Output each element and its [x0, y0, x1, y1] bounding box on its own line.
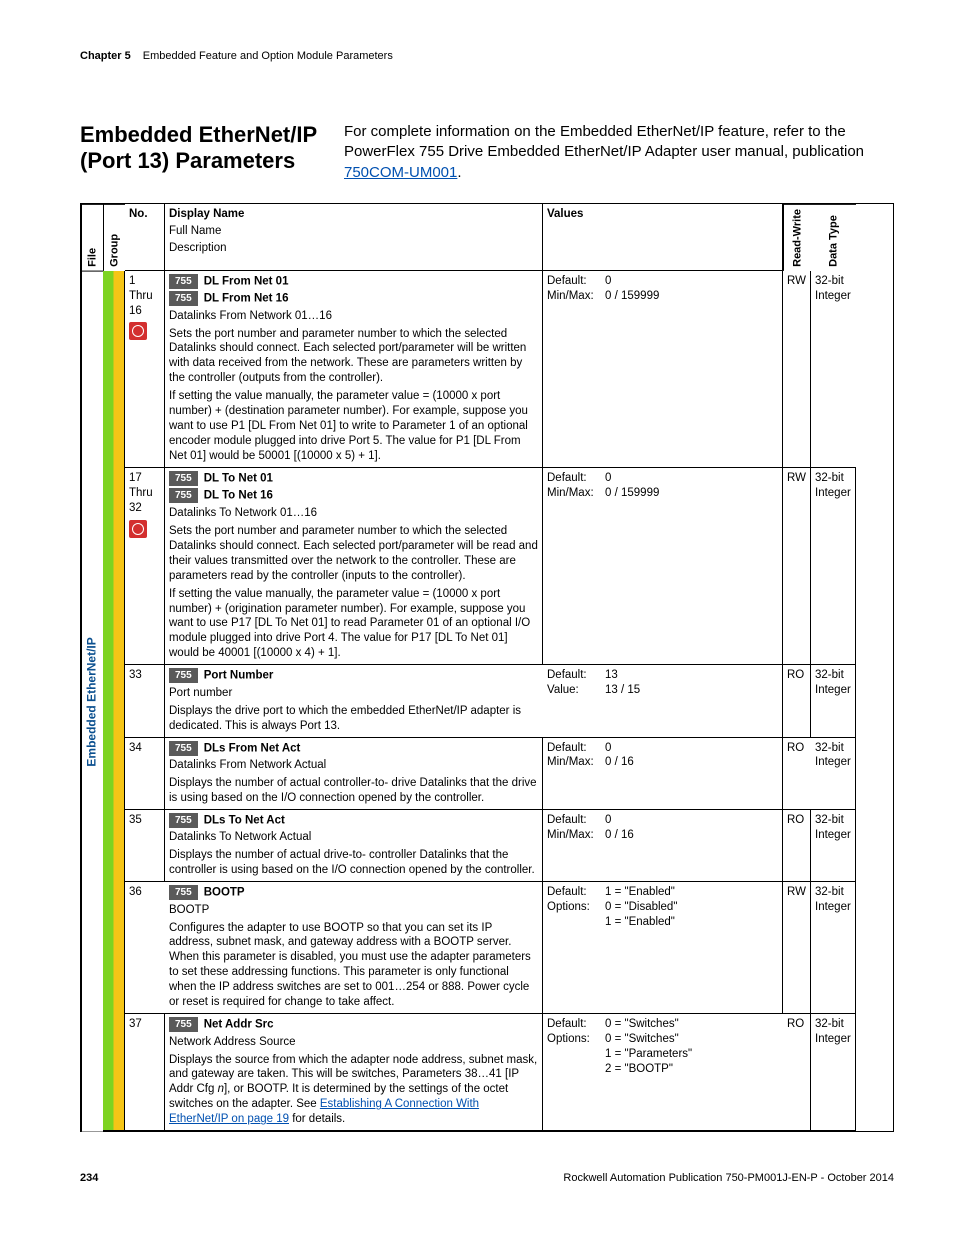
table-row-no: 37: [125, 1014, 165, 1131]
table-row-desc: 755DL From Net 01 755DL From Net 16 Data…: [165, 271, 543, 468]
table-row-no: 36: [125, 882, 165, 1014]
stop-icon: [129, 520, 147, 538]
table-row-desc: 755DLs From Net Act Datalinks From Netwo…: [165, 738, 543, 810]
stop-icon: [129, 322, 147, 340]
col-rw: Read-Write: [783, 204, 811, 271]
table-row-desc: 755BOOTP BOOTP Configures the adapter to…: [165, 882, 543, 1014]
section-title: Embedded EtherNet/IP (Port 13) Parameter…: [80, 122, 320, 183]
table-row-dt: 32-bitInteger: [811, 271, 856, 468]
table-row-values: Default:0 = "Switches" Options:0 = "Swit…: [543, 1014, 783, 1131]
table-row-dt: 32-bitInteger: [811, 665, 856, 737]
page-number: 234: [80, 1172, 98, 1184]
group-stripe: [103, 271, 125, 1132]
table-row-rw: RW: [783, 271, 811, 468]
table-row-no: 34: [125, 738, 165, 810]
page-footer: 234 Rockwell Automation Publication 750-…: [80, 1172, 894, 1184]
table-row-dt: 32-bitInteger: [811, 882, 856, 1014]
table-row-rw: RO: [783, 810, 811, 882]
col-display: Display Name Full Name Description: [165, 204, 543, 271]
table-row-rw: RO: [783, 738, 811, 810]
intro-paragraph: For complete information on the Embedded…: [344, 122, 894, 183]
publication-id: Rockwell Automation Publication 750-PM00…: [563, 1172, 894, 1184]
table-row-dt: 32-bitInteger: [811, 738, 856, 810]
table-row-desc: 755DLs To Net Act Datalinks To Network A…: [165, 810, 543, 882]
table-row-rw: RO: [783, 1014, 811, 1131]
table-row-rw: RW: [783, 468, 811, 665]
table-row-values: Default:0 Min/Max:0 / 16: [543, 738, 783, 810]
table-row-values: Default:1 = "Enabled" Options:0 = "Disab…: [543, 882, 783, 1014]
col-dt: Data Type: [811, 204, 856, 271]
table-row-dt: 32-bitInteger: [811, 468, 856, 665]
table-row-dt: 32-bitInteger: [811, 1014, 856, 1131]
table-row-rw: RO: [783, 665, 811, 737]
table-row-no: 35: [125, 810, 165, 882]
col-no: No.: [125, 204, 165, 271]
file-label: Embedded EtherNet/IP: [81, 271, 103, 1132]
running-header: Chapter 5Embedded Feature and Option Mod…: [80, 50, 894, 62]
table-row-values: Default:13 Value:13 / 15: [543, 665, 783, 737]
col-file: File: [81, 204, 103, 271]
table-row-values: Default:0 Min/Max:0 / 159999: [543, 271, 783, 468]
table-row-desc: 755DL To Net 01 755DL To Net 16 Datalink…: [165, 468, 543, 665]
parameter-table: File Group No. Display Name Full Name De…: [80, 203, 894, 1132]
table-row-no: 33: [125, 665, 165, 737]
manual-link[interactable]: 750COM-UM001: [344, 164, 457, 181]
table-row-desc: 755Net Addr Src Network Address Source D…: [165, 1014, 543, 1131]
table-row-rw: RW: [783, 882, 811, 1014]
table-row-desc: 755Port Number Port number Displays the …: [165, 665, 543, 737]
table-row-no: 1 Thru 16: [125, 271, 165, 468]
table-row-values: Default:0 Min/Max:0 / 16: [543, 810, 783, 882]
table-row-values: Default:0 Min/Max:0 / 159999: [543, 468, 783, 665]
col-values: Values: [543, 204, 783, 271]
table-row-dt: 32-bitInteger: [811, 810, 856, 882]
col-group: Group: [103, 204, 125, 271]
table-row-no: 17 Thru 32: [125, 468, 165, 665]
